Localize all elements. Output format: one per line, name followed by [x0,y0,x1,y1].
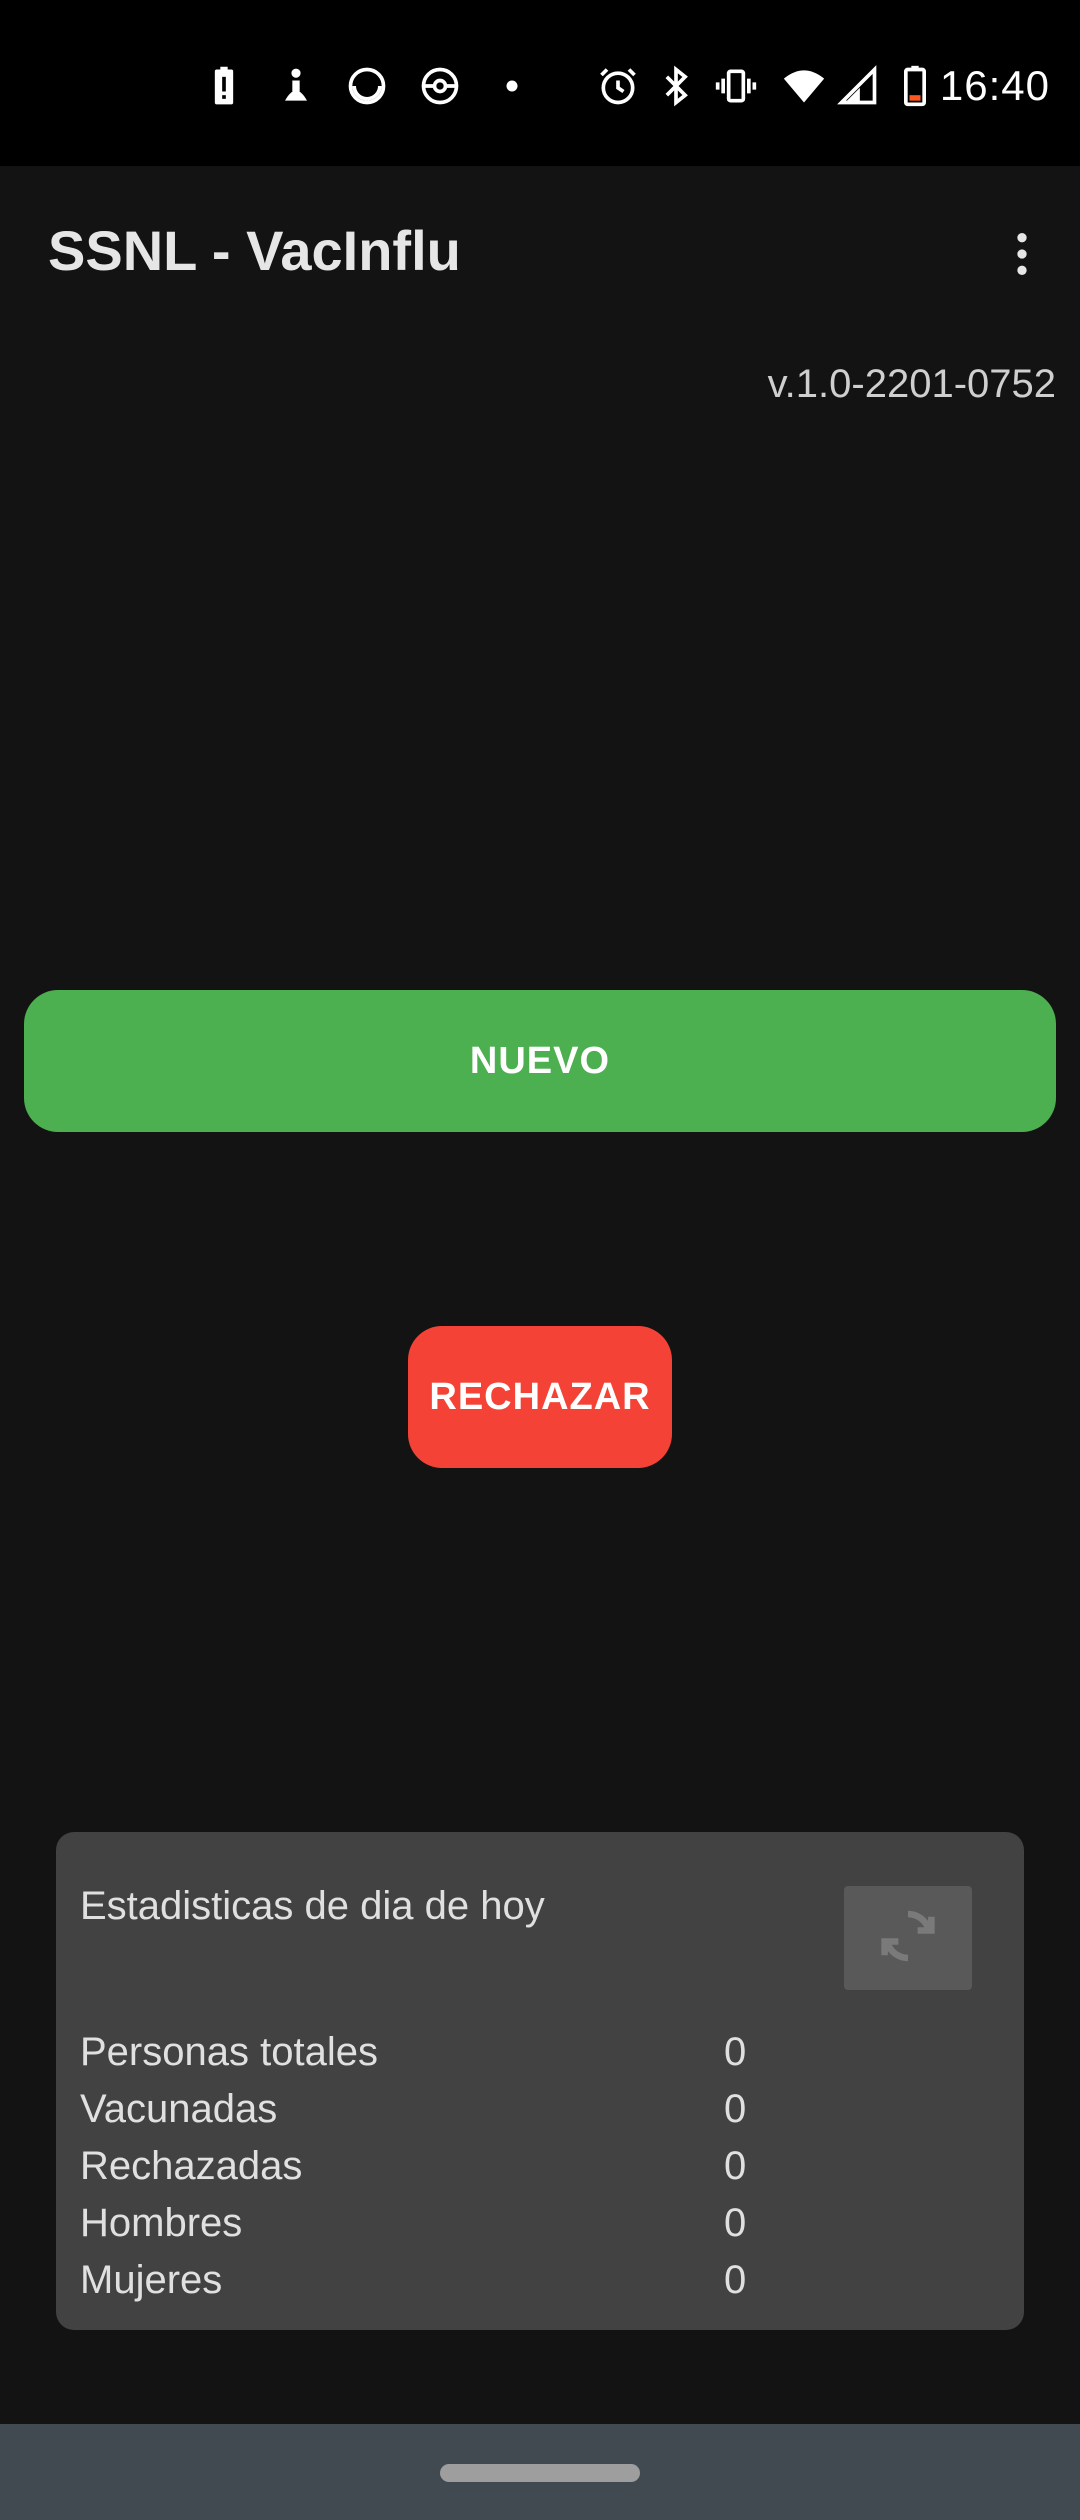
stat-label: Vacunadas [80,2087,278,2131]
vibrate-icon [714,64,758,108]
stat-row-hombres: Hombres 0 [80,2201,980,2258]
home-gesture-handle[interactable] [440,2464,640,2482]
stats-title: Estadisticas de dia de hoy [80,1884,545,1928]
app-bar: SSNL - VacInflu [0,166,1080,342]
status-time: 16:40 [939,62,1050,109]
stat-value: 0 [724,2144,747,2188]
stat-value: 0 [724,2258,747,2302]
status-bar: 16:40 [0,0,1080,166]
signal-icon [836,64,880,108]
app-title: SSNL - VacInflu [48,219,461,282]
version-label: v.1.0-2201-0752 [767,362,1056,406]
stats-card: Estadisticas de dia de hoy Personas tota… [56,1832,1024,2330]
stat-label: Personas totales [80,2030,378,2074]
refresh-button[interactable] [844,1886,972,1990]
stat-label: Mujeres [80,2258,223,2302]
accessibility-icon [274,64,318,108]
navigation-bar [0,2424,1080,2520]
stat-value: 0 [724,2087,747,2131]
more-vert-icon[interactable] [986,218,1058,290]
stat-row-mujeres: Mujeres 0 [80,2258,980,2315]
sync-circle-icon [345,64,389,108]
rechazar-button[interactable]: RECHAZAR [408,1326,672,1468]
stat-row-vacunadas: Vacunadas 0 [80,2087,980,2144]
battery-low-icon [893,64,937,108]
refresh-icon [875,1903,941,1974]
stat-value: 0 [724,2030,747,2074]
wifi-icon [782,64,826,108]
stat-row-rechazadas: Rechazadas 0 [80,2144,980,2201]
stat-label: Hombres [80,2201,243,2245]
battery-alert-icon [202,64,246,108]
stat-label: Rechazadas [80,2144,303,2188]
stat-value: 0 [724,2201,747,2245]
pokeball-icon [418,64,462,108]
alarm-icon [596,64,640,108]
bluetooth-icon [654,64,698,108]
nuevo-button[interactable]: NUEVO [24,990,1056,1132]
stat-row-personas-totales: Personas totales 0 [80,2030,980,2087]
dot-icon [490,64,534,108]
